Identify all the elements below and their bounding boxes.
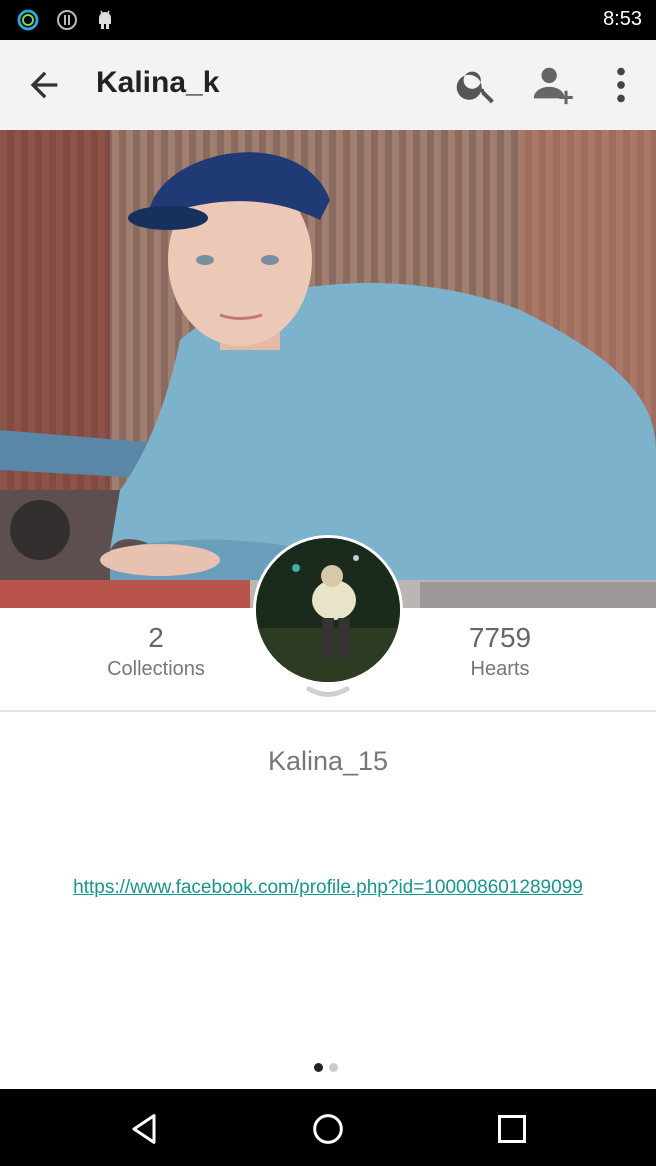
- page-title: Kalina_k: [96, 66, 220, 99]
- collections-count: 2: [148, 622, 164, 653]
- pager-dots: [312, 1063, 342, 1075]
- hearts-label: Hearts: [470, 658, 530, 680]
- chevron-down-icon[interactable]: [305, 686, 351, 700]
- back-icon[interactable]: [24, 65, 64, 105]
- pager-dot: [329, 1063, 338, 1072]
- back-nav-icon[interactable]: [124, 1109, 164, 1149]
- ring-status-icon: [17, 9, 39, 31]
- profile-username: Kalina_15: [267, 746, 389, 776]
- divider: [0, 710, 656, 712]
- add-person-icon[interactable]: [530, 62, 576, 108]
- collections-stat[interactable]: 2 Collections: [56, 622, 256, 681]
- nav-bar: [0, 1089, 656, 1166]
- info-status-icon: [57, 10, 77, 30]
- status-time: 8:53: [603, 8, 642, 30]
- android-status-icon: [99, 10, 111, 29]
- recents-nav-icon[interactable]: [492, 1109, 532, 1149]
- home-nav-icon[interactable]: [308, 1109, 348, 1149]
- avatar[interactable]: [253, 535, 403, 685]
- profile-link[interactable]: https://www.facebook.com/profile.php?id=…: [0, 877, 656, 899]
- search-icon[interactable]: [454, 62, 500, 108]
- collections-label: Collections: [107, 658, 205, 680]
- hearts-count: 7759: [468, 622, 532, 653]
- more-vert-icon[interactable]: [598, 62, 644, 108]
- status-bar: 8:53: [0, 0, 656, 40]
- pager-dot-active: [314, 1063, 323, 1072]
- hearts-stat[interactable]: 7759 Hearts: [400, 622, 600, 681]
- app-bar: Kalina_k: [0, 40, 656, 130]
